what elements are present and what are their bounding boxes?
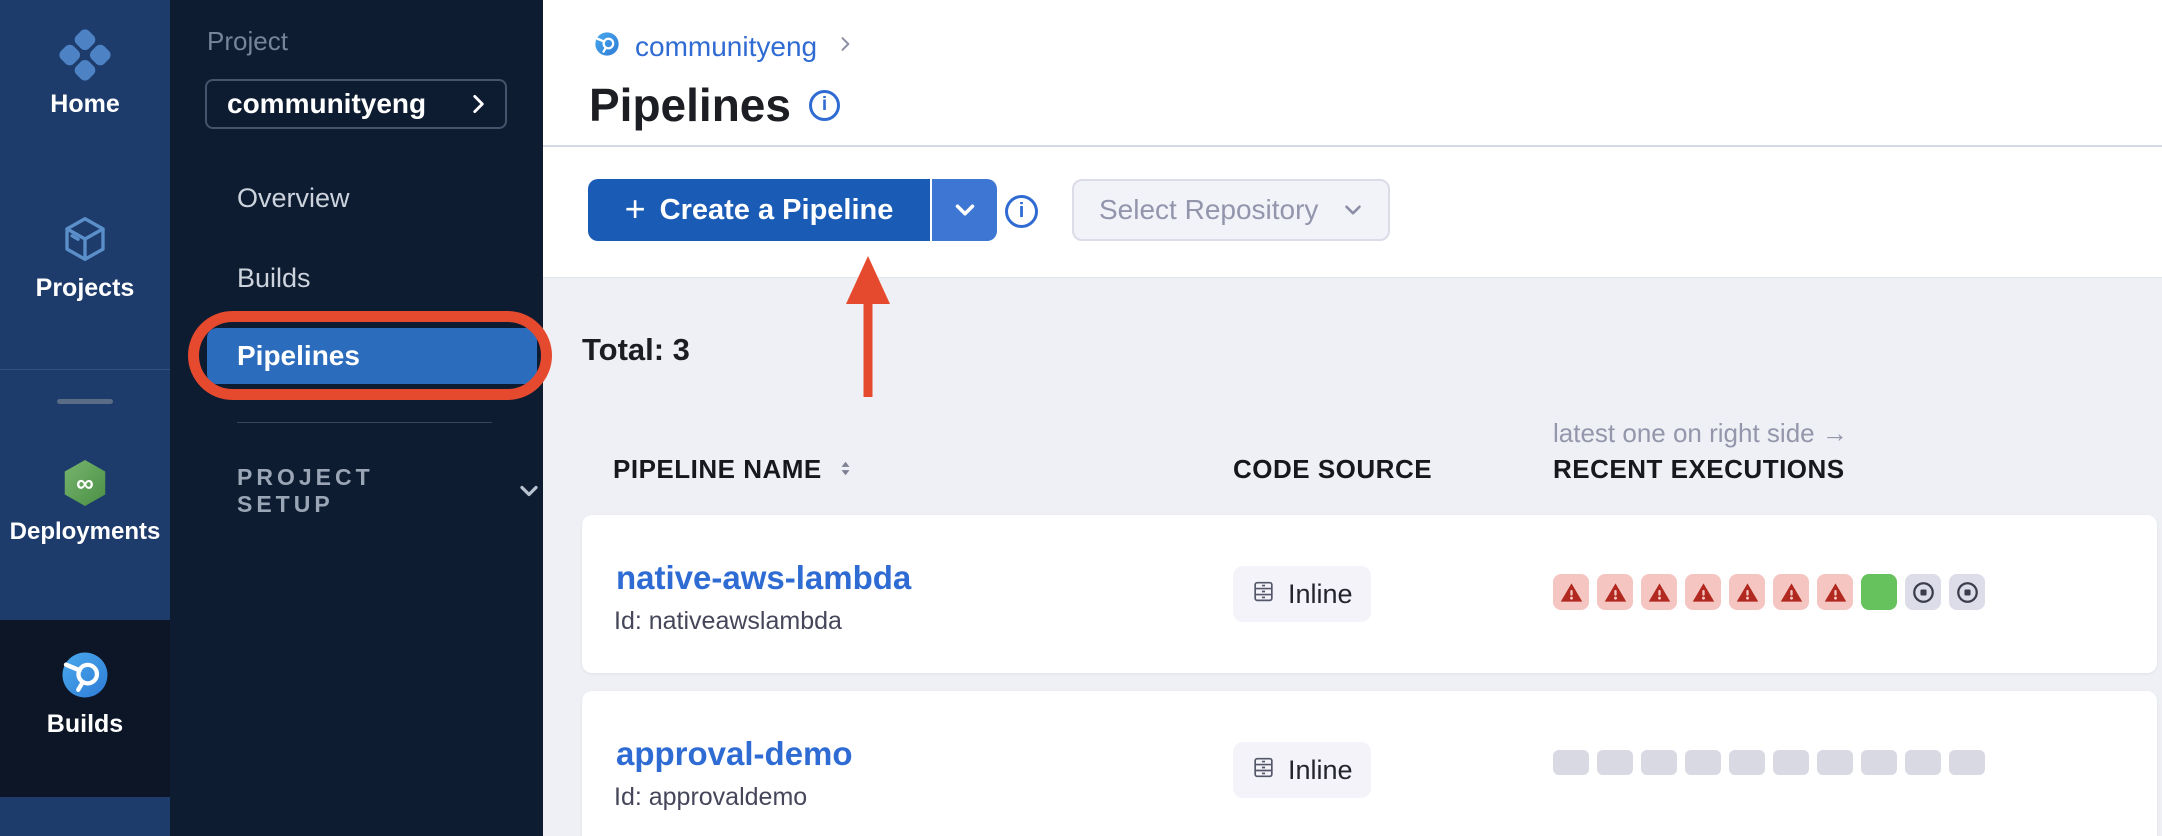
sidebar-item-label: Projects bbox=[36, 274, 135, 303]
pipeline-id: Id: nativeawslambda bbox=[614, 607, 842, 636]
inline-store-icon bbox=[1251, 755, 1276, 785]
main-content: communityeng Pipelines i + Create a Pipe… bbox=[543, 0, 2162, 836]
repository-select-label: Select Repository bbox=[1099, 194, 1318, 226]
create-pipeline-button[interactable]: + Create a Pipeline bbox=[588, 179, 997, 241]
execution-status-empty bbox=[1597, 750, 1633, 775]
execution-status-aborted[interactable] bbox=[1949, 574, 1985, 610]
repository-select[interactable]: Select Repository bbox=[1072, 179, 1390, 241]
column-header-pipeline-name[interactable]: PIPELINE NAME bbox=[613, 454, 855, 485]
executions-note: latest one on right side → bbox=[1553, 418, 1848, 449]
sidebar-item-overview[interactable]: Overview bbox=[237, 183, 350, 214]
pipeline-name-link[interactable]: approval-demo bbox=[616, 735, 853, 773]
breadcrumb: communityeng bbox=[593, 30, 855, 63]
pipeline-row: native-aws-lambda Id: nativeawslambda In… bbox=[582, 515, 2157, 673]
execution-status-empty bbox=[1817, 750, 1853, 775]
column-header-recent-executions: RECENT EXECUTIONS bbox=[1553, 454, 1845, 485]
sidebar-item-deployments[interactable]: ∞ Deployments bbox=[0, 456, 170, 546]
home-icon bbox=[58, 28, 112, 82]
sidebar-item-home[interactable]: Home bbox=[0, 28, 170, 119]
recent-executions bbox=[1553, 574, 1985, 610]
total-count: Total: 3 bbox=[582, 332, 690, 368]
execution-status-failed[interactable] bbox=[1553, 574, 1589, 610]
create-info-icon[interactable]: i bbox=[1005, 195, 1038, 228]
pipeline-id: Id: approvaldemo bbox=[614, 783, 807, 812]
column-header-code-source: CODE SOURCE bbox=[1233, 454, 1432, 485]
execution-status-success[interactable] bbox=[1861, 574, 1897, 610]
title-info-icon[interactable]: i bbox=[809, 90, 840, 121]
pipeline-name-link[interactable]: native-aws-lambda bbox=[616, 559, 911, 597]
ci-module-icon bbox=[593, 30, 621, 63]
execution-status-failed[interactable] bbox=[1817, 574, 1853, 610]
execution-status-empty bbox=[1685, 750, 1721, 775]
sidebar-item-project-builds[interactable]: Builds bbox=[237, 263, 311, 294]
sidebar-item-label: Pipelines bbox=[237, 340, 360, 372]
sidebar-item-label: Deployments bbox=[10, 518, 161, 546]
execution-status-failed[interactable] bbox=[1597, 574, 1633, 610]
code-source-badge-label: Inline bbox=[1288, 755, 1353, 786]
pipelines-body: Total: 3 PIPELINE NAME CODE SOURCE lates… bbox=[543, 277, 2162, 836]
sidebar-item-label: Builds bbox=[47, 710, 123, 739]
execution-status-failed[interactable] bbox=[1641, 574, 1677, 610]
chevron-down-icon bbox=[1340, 197, 1366, 223]
execution-status-failed[interactable] bbox=[1729, 574, 1765, 610]
execution-status-failed[interactable] bbox=[1773, 574, 1809, 610]
primary-sidebar: Home Projects ∞ Deployments bbox=[0, 0, 170, 836]
project-selector[interactable]: communityeng bbox=[205, 79, 507, 129]
chevron-down-icon bbox=[515, 477, 543, 505]
projects-icon bbox=[58, 212, 112, 266]
chevron-right-icon bbox=[835, 34, 855, 59]
project-label: Project bbox=[207, 26, 288, 57]
sort-icon[interactable] bbox=[836, 454, 855, 485]
execution-status-aborted[interactable] bbox=[1905, 574, 1941, 610]
app-root: Home Projects ∞ Deployments bbox=[0, 0, 2162, 836]
project-setup-label: PROJECT SETUP bbox=[237, 464, 477, 518]
create-pipeline-label: Create a Pipeline bbox=[660, 194, 894, 227]
svg-text:∞: ∞ bbox=[76, 470, 94, 497]
plus-icon: + bbox=[625, 191, 646, 227]
sidebar-item-label: Home bbox=[50, 90, 119, 119]
code-source-badge: Inline bbox=[1233, 742, 1371, 798]
create-pipeline-caret[interactable] bbox=[932, 179, 997, 241]
sidebar-item-pipelines[interactable]: Pipelines bbox=[207, 328, 537, 384]
pipeline-row: approval-demo Id: approvaldemo Inline bbox=[582, 691, 2157, 836]
toolbar: + Create a Pipeline i Select Repository bbox=[543, 147, 2162, 277]
page-header: communityeng Pipelines i bbox=[543, 0, 2162, 145]
active-module-section: Builds bbox=[0, 620, 170, 797]
code-source-badge: Inline bbox=[1233, 566, 1371, 622]
execution-status-empty bbox=[1949, 750, 1985, 775]
sidebar-item-builds[interactable]: Builds bbox=[0, 648, 170, 739]
execution-status-empty bbox=[1773, 750, 1809, 775]
execution-status-empty bbox=[1553, 750, 1589, 775]
code-source-badge-label: Inline bbox=[1288, 579, 1353, 610]
chevron-right-icon bbox=[465, 91, 491, 117]
page-title: Pipelines bbox=[589, 78, 791, 132]
sidebar-drag-handle[interactable] bbox=[57, 399, 113, 404]
execution-status-empty bbox=[1905, 750, 1941, 775]
inline-store-icon bbox=[1251, 579, 1276, 609]
sidebar-item-projects[interactable]: Projects bbox=[0, 212, 170, 303]
sidebar-section-divider bbox=[0, 369, 170, 370]
execution-status-empty bbox=[1641, 750, 1677, 775]
selected-project-name: communityeng bbox=[227, 88, 426, 120]
create-pipeline-main[interactable]: + Create a Pipeline bbox=[588, 179, 930, 241]
execution-status-failed[interactable] bbox=[1685, 574, 1721, 610]
project-setup-section[interactable]: PROJECT SETUP bbox=[237, 464, 543, 518]
project-sidebar: Project communityeng Overview Builds Pip… bbox=[170, 0, 543, 836]
builds-icon bbox=[58, 648, 112, 702]
execution-status-empty bbox=[1729, 750, 1765, 775]
recent-executions bbox=[1553, 750, 1985, 775]
deployments-icon: ∞ bbox=[58, 456, 112, 510]
pipeline-list: native-aws-lambda Id: nativeawslambda In… bbox=[582, 515, 2157, 836]
execution-status-empty bbox=[1861, 750, 1897, 775]
sidebar-divider bbox=[237, 422, 492, 423]
breadcrumb-project-link[interactable]: communityeng bbox=[635, 31, 817, 63]
